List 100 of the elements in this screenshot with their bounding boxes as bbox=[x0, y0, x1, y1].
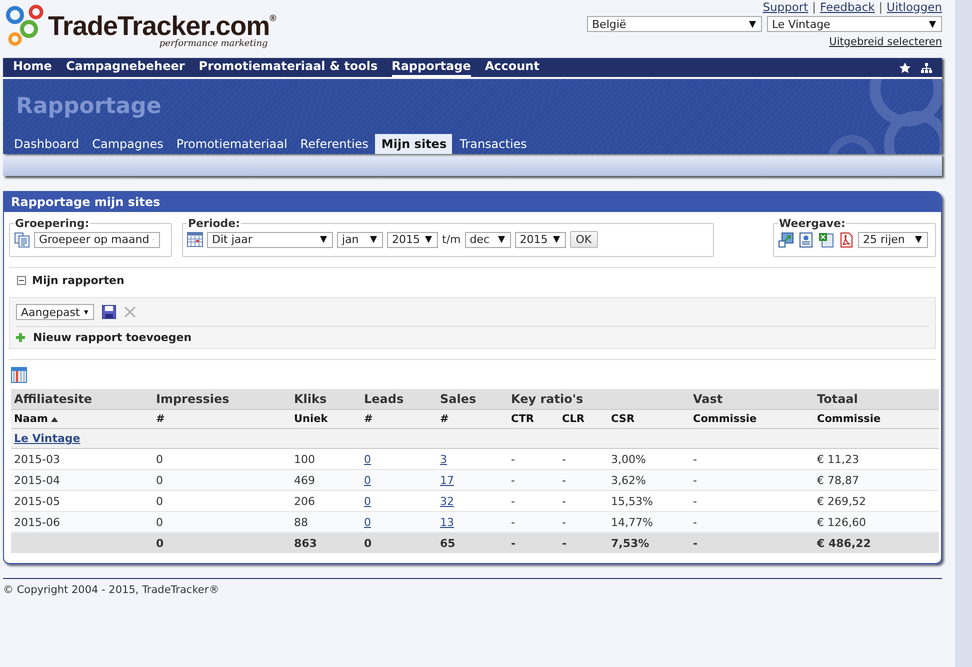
table-cell: 88 bbox=[291, 512, 361, 532]
period-select[interactable]: Dit jaar bbox=[207, 232, 333, 248]
count-link[interactable]: 0 bbox=[364, 494, 371, 508]
year-select[interactable]: 2015 bbox=[387, 232, 438, 248]
rows-select[interactable]: 25 rijen bbox=[858, 232, 928, 248]
add-report-link[interactable]: Nieuw rapport toevoegen bbox=[33, 331, 192, 344]
table-cell: - bbox=[690, 490, 814, 512]
nav-item[interactable]: Rapportage bbox=[392, 58, 471, 77]
total-cell: - bbox=[559, 532, 608, 553]
header-select[interactable]: Le Vintage bbox=[767, 16, 942, 32]
sub-tab[interactable]: Transacties bbox=[454, 134, 532, 154]
column-header[interactable]: # bbox=[361, 410, 437, 428]
count-link[interactable]: 32 bbox=[440, 494, 454, 508]
table-cell: 2015-06 bbox=[11, 512, 153, 532]
nav-item[interactable]: Campagnebeheer bbox=[66, 58, 185, 77]
sub-tab[interactable]: Campagnes bbox=[86, 134, 168, 154]
link-separator: | bbox=[878, 0, 883, 14]
group-header: Kliks bbox=[291, 389, 361, 410]
plus-icon[interactable] bbox=[16, 333, 25, 342]
report-select[interactable]: Aangepast bbox=[16, 304, 94, 320]
table-cell: 0 bbox=[153, 512, 291, 532]
column-header[interactable]: # bbox=[437, 410, 508, 428]
sub-tab[interactable]: Dashboard bbox=[8, 134, 84, 154]
table-cell: 3,62% bbox=[608, 470, 690, 490]
pdf-icon[interactable] bbox=[838, 232, 854, 248]
collapse-icon[interactable] bbox=[17, 276, 26, 285]
count-link[interactable]: 0 bbox=[364, 516, 371, 528]
count-link[interactable]: 0 bbox=[364, 474, 371, 486]
column-header[interactable]: Uniek bbox=[291, 410, 361, 428]
fieldset-legend: Weergave: bbox=[778, 217, 846, 230]
sitemap-icon[interactable] bbox=[921, 62, 932, 72]
fieldset-legend: Periode: bbox=[187, 217, 242, 230]
star-icon[interactable] bbox=[899, 62, 911, 74]
header-select[interactable]: België bbox=[587, 16, 762, 32]
table-cell: 15,53% bbox=[608, 490, 690, 512]
year-select[interactable]: 2015 bbox=[514, 232, 566, 248]
header-link[interactable]: Feedback bbox=[820, 0, 875, 14]
advanced-select-link[interactable]: Uitgebreid selecteren bbox=[829, 36, 942, 48]
total-cell: 863 bbox=[291, 532, 361, 553]
table-cell: - bbox=[559, 470, 608, 490]
group-header: Key ratio's bbox=[508, 389, 690, 410]
count-link[interactable]: 13 bbox=[440, 516, 454, 528]
column-header[interactable]: CTR bbox=[508, 410, 559, 428]
count-link[interactable]: 3 bbox=[440, 452, 447, 466]
site-link[interactable]: Le Vintage bbox=[14, 432, 80, 445]
table-cell: - bbox=[508, 490, 559, 512]
save-icon[interactable] bbox=[102, 305, 116, 319]
header-link[interactable]: Uitloggen bbox=[886, 0, 942, 14]
ok-button[interactable]: OK bbox=[570, 231, 598, 248]
banner-title: Rapportage bbox=[16, 94, 162, 119]
total-cell: 0 bbox=[361, 532, 437, 553]
column-header[interactable]: Commissie bbox=[690, 410, 814, 428]
table-cell: - bbox=[559, 512, 608, 532]
group-header: Vast bbox=[690, 389, 814, 410]
column-header[interactable]: Naam bbox=[11, 410, 153, 428]
sub-tab[interactable]: Referenties bbox=[294, 134, 374, 154]
table-cell: € 11,23 bbox=[814, 448, 939, 470]
table-cell: 0 bbox=[153, 470, 291, 490]
table-cell: 206 bbox=[291, 490, 361, 512]
table-cell: 100 bbox=[291, 448, 361, 470]
nav-item[interactable]: Promotiemateriaal & tools bbox=[198, 58, 378, 77]
column-header[interactable]: Commissie bbox=[814, 410, 939, 428]
column-header[interactable]: CLR bbox=[559, 410, 608, 428]
nav-item[interactable]: Home bbox=[13, 58, 52, 77]
table-cell: € 269,52 bbox=[814, 490, 939, 512]
table-cell: 0 bbox=[153, 490, 291, 512]
group-header: Totaal bbox=[814, 389, 939, 410]
table-cell: - bbox=[508, 448, 559, 470]
column-header[interactable]: # bbox=[153, 410, 291, 428]
count-link[interactable]: 0 bbox=[364, 452, 371, 466]
table-cell: 0 bbox=[153, 448, 291, 470]
table-cell: - bbox=[690, 512, 814, 532]
grouping-select[interactable]: Groepeer op maand bbox=[34, 232, 160, 248]
total-cell: € 486,22 bbox=[814, 532, 939, 553]
spreadsheet-icon[interactable] bbox=[818, 232, 834, 248]
month-select[interactable]: jan bbox=[337, 232, 383, 248]
export-window-icon[interactable] bbox=[778, 232, 794, 248]
copyright-text: © Copyright 2004 - 2015, TradeTracker® bbox=[3, 584, 220, 596]
column-chooser-icon[interactable] bbox=[11, 367, 27, 383]
table-cell: 14,77% bbox=[608, 512, 690, 532]
total-cell: 7,53% bbox=[608, 532, 690, 553]
table-cell: € 78,87 bbox=[814, 470, 939, 490]
month-select[interactable]: dec bbox=[464, 232, 511, 248]
table-cell: 2015-05 bbox=[11, 490, 153, 512]
total-cell: - bbox=[508, 532, 559, 553]
group-header: Impressies bbox=[153, 389, 291, 410]
group-header: Affiliatesite bbox=[11, 389, 153, 410]
sub-tab[interactable]: Promotiemateriaal bbox=[170, 134, 292, 154]
group-header: Sales bbox=[437, 389, 508, 410]
range-separator: t/m bbox=[442, 233, 461, 246]
total-cell: 0 bbox=[153, 532, 291, 553]
sub-tab[interactable]: Mijn sites bbox=[375, 134, 452, 154]
count-link[interactable]: 17 bbox=[440, 474, 454, 486]
panel-title: Rapportage mijn sites bbox=[4, 192, 941, 212]
column-header[interactable]: CSR bbox=[608, 410, 690, 428]
nav-item[interactable]: Account bbox=[484, 58, 540, 77]
header-link[interactable]: Support bbox=[762, 0, 808, 14]
link-separator: | bbox=[812, 0, 816, 14]
web-page-icon[interactable] bbox=[798, 232, 814, 248]
table-cell: 469 bbox=[291, 470, 361, 490]
